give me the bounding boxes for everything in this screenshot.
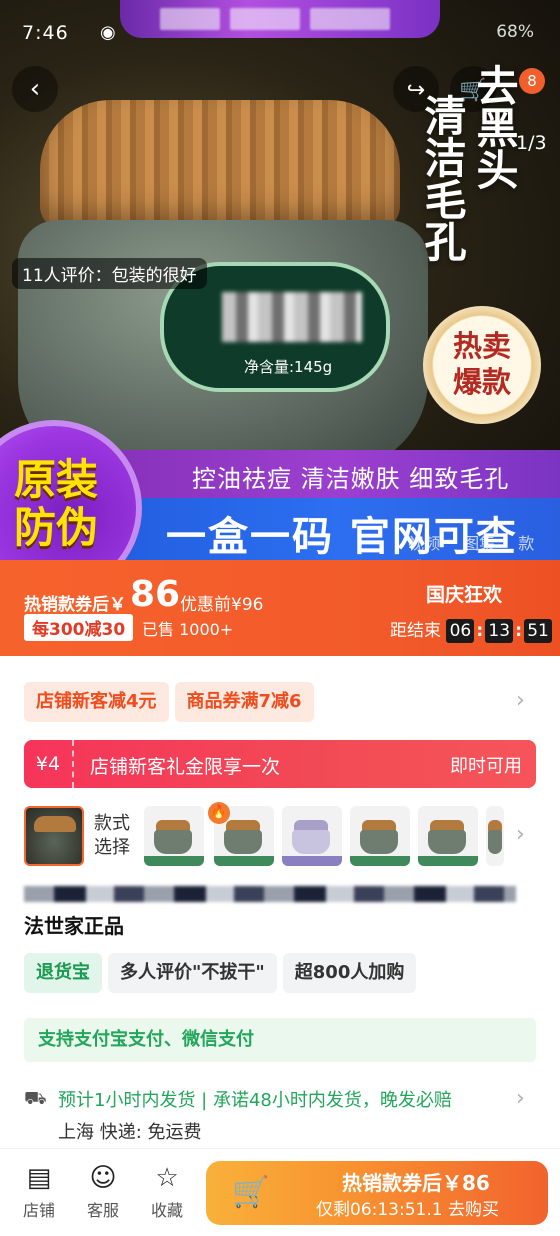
back-button[interactable]: ‹ <box>12 66 58 112</box>
buy-button[interactable]: 🛒 热销款券后￥86 仅剩06:13:51.1 去购买 <box>206 1161 548 1225</box>
style-option[interactable] <box>144 806 204 866</box>
gift-amount: ¥4 <box>24 740 74 788</box>
chat-face-icon: ☺ <box>89 1163 117 1193</box>
coupon-row[interactable]: 店铺新客减4元 商品券满7减6 <box>24 682 320 722</box>
favorite-button[interactable]: ☆ 收藏 <box>142 1163 192 1221</box>
style-label: 款式 选择 <box>94 813 130 858</box>
favorite-label: 收藏 <box>150 1201 183 1220</box>
media-tabs: 视频 图集 款式 <box>408 530 560 560</box>
promo-text-1: 去黑头 <box>470 64 519 190</box>
countdown-hours: 06 <box>446 619 475 643</box>
sold-count: 已售 1000+ <box>142 620 234 639</box>
flame-icon: 🔥 <box>208 802 230 824</box>
tag-cart-count[interactable]: 超800人加购 <box>282 953 417 993</box>
notch <box>120 0 440 38</box>
price-label: 热销款券后￥ <box>24 595 126 615</box>
product-detail-page: 净含量:145g 7:46 ◉ 68% ‹ ↪ 🛒 8 去黑头 清洁毛孔 1/3… <box>0 0 560 1236</box>
style-option[interactable] <box>350 806 410 866</box>
style-selected-thumb[interactable] <box>24 806 84 866</box>
style-option[interactable] <box>418 806 478 866</box>
hot-sale-text: 热卖爆款 <box>452 329 511 399</box>
price-value: 86 <box>130 574 181 615</box>
gift-text: 店铺新客礼金限享一次 <box>90 756 281 778</box>
shipping-promise: 预计1小时内发货 | 承诺48小时内发货，晚发必赔 <box>58 1090 452 1111</box>
discount-chip: 每300减30 <box>24 614 134 641</box>
genuine-text: 原装防伪 <box>14 455 99 552</box>
original-price: 优惠前¥96 <box>180 595 264 615</box>
tag-return-insurance[interactable]: 退货宝 <box>24 953 102 993</box>
tag-row: 退货宝 多人评价"不拔干" 超800人加购 <box>24 953 422 993</box>
festival-label: 国庆狂欢 <box>426 584 503 606</box>
tag-review[interactable]: 多人评价"不拔干" <box>108 953 277 993</box>
chevron-right-icon[interactable]: › <box>516 688 525 713</box>
coupon-product[interactable]: 商品券满7减6 <box>174 682 314 722</box>
cart-count-badge: 8 <box>519 68 545 94</box>
promo-text-2: 清洁毛孔 <box>418 94 467 262</box>
blurred-title-line <box>24 886 516 902</box>
chevron-right-icon[interactable]: › <box>516 822 525 847</box>
status-time: 7:46 <box>22 22 69 44</box>
features-text: 控油祛痘 清洁嫩肤 细致毛孔 <box>192 465 510 493</box>
hot-sale-badge: 热卖爆款 <box>423 306 541 424</box>
style-selector[interactable]: 款式 选择 🔥 <box>24 802 536 868</box>
shipping-origin: 上海 快递: 免运费 <box>58 1122 202 1143</box>
tab-gallery[interactable]: 图集 <box>463 534 495 553</box>
status-bar: 7:46 ◉ 68% <box>0 0 560 64</box>
add-cart-icon: 🛒 <box>232 1175 270 1210</box>
blurred-block <box>230 8 300 30</box>
eye-icon: ◉ <box>100 22 116 43</box>
status-battery: 68% <box>496 22 534 42</box>
blurred-block <box>160 8 220 30</box>
bottom-action-bar: ▤ 店铺 ☺ 客服 ☆ 收藏 🛒 热销款券后￥86 仅剩06:13:51.1 去… <box>0 1148 560 1236</box>
gift-coupon-bar[interactable]: ¥4 店铺新客礼金限享一次 即时可用 <box>24 740 536 788</box>
buy-price: 热销款券后￥86 <box>342 1171 490 1195</box>
product-title: 法世家正品 <box>24 914 124 938</box>
genuine-badge-text: 原装防伪 <box>14 456 114 552</box>
countdown-label: 距结束 <box>390 621 441 641</box>
store-label: 店铺 <box>22 1201 55 1220</box>
carousel-page-indicator: 1/3 <box>516 132 547 154</box>
service-label: 客服 <box>86 1201 119 1220</box>
jar-lid-image <box>40 100 400 230</box>
style-option[interactable] <box>486 806 504 866</box>
net-content-text: 净含量:145g <box>244 358 333 376</box>
coupon-new-customer[interactable]: 店铺新客减4元 <box>24 682 169 722</box>
review-tip: 11人评价：包装的很好 <box>12 258 207 289</box>
blurred-brand-label <box>222 292 362 342</box>
countdown-minutes: 13 <box>485 619 514 643</box>
payment-methods: 支持支付宝支付、微信支付 <box>24 1018 536 1062</box>
chevron-right-icon[interactable]: › <box>516 1086 525 1111</box>
countdown: 距结束 06:13:51 <box>390 616 553 643</box>
style-option[interactable] <box>282 806 342 866</box>
truck-icon: ⛟ <box>24 1088 47 1109</box>
store-button[interactable]: ▤ 店铺 <box>14 1163 64 1221</box>
service-button[interactable]: ☺ 客服 <box>78 1163 128 1221</box>
store-icon: ▤ <box>26 1163 52 1193</box>
gift-use-now[interactable]: 即时可用 <box>450 752 522 778</box>
blurred-block <box>310 8 390 30</box>
tab-video[interactable]: 视频 <box>408 534 440 553</box>
buy-countdown: 仅剩06:13:51.1 去购买 <box>316 1200 499 1220</box>
price-strip: 热销款券后￥ 86 优惠前¥96 每300减30 已售 1000+ 国庆狂欢 距… <box>0 560 560 656</box>
product-image-carousel[interactable]: 净含量:145g 7:46 ◉ 68% ‹ ↪ 🛒 8 去黑头 清洁毛孔 1/3… <box>0 0 560 560</box>
star-icon: ☆ <box>155 1163 179 1193</box>
back-arrow-icon: ‹ <box>29 74 41 104</box>
countdown-seconds: 51 <box>524 619 553 643</box>
